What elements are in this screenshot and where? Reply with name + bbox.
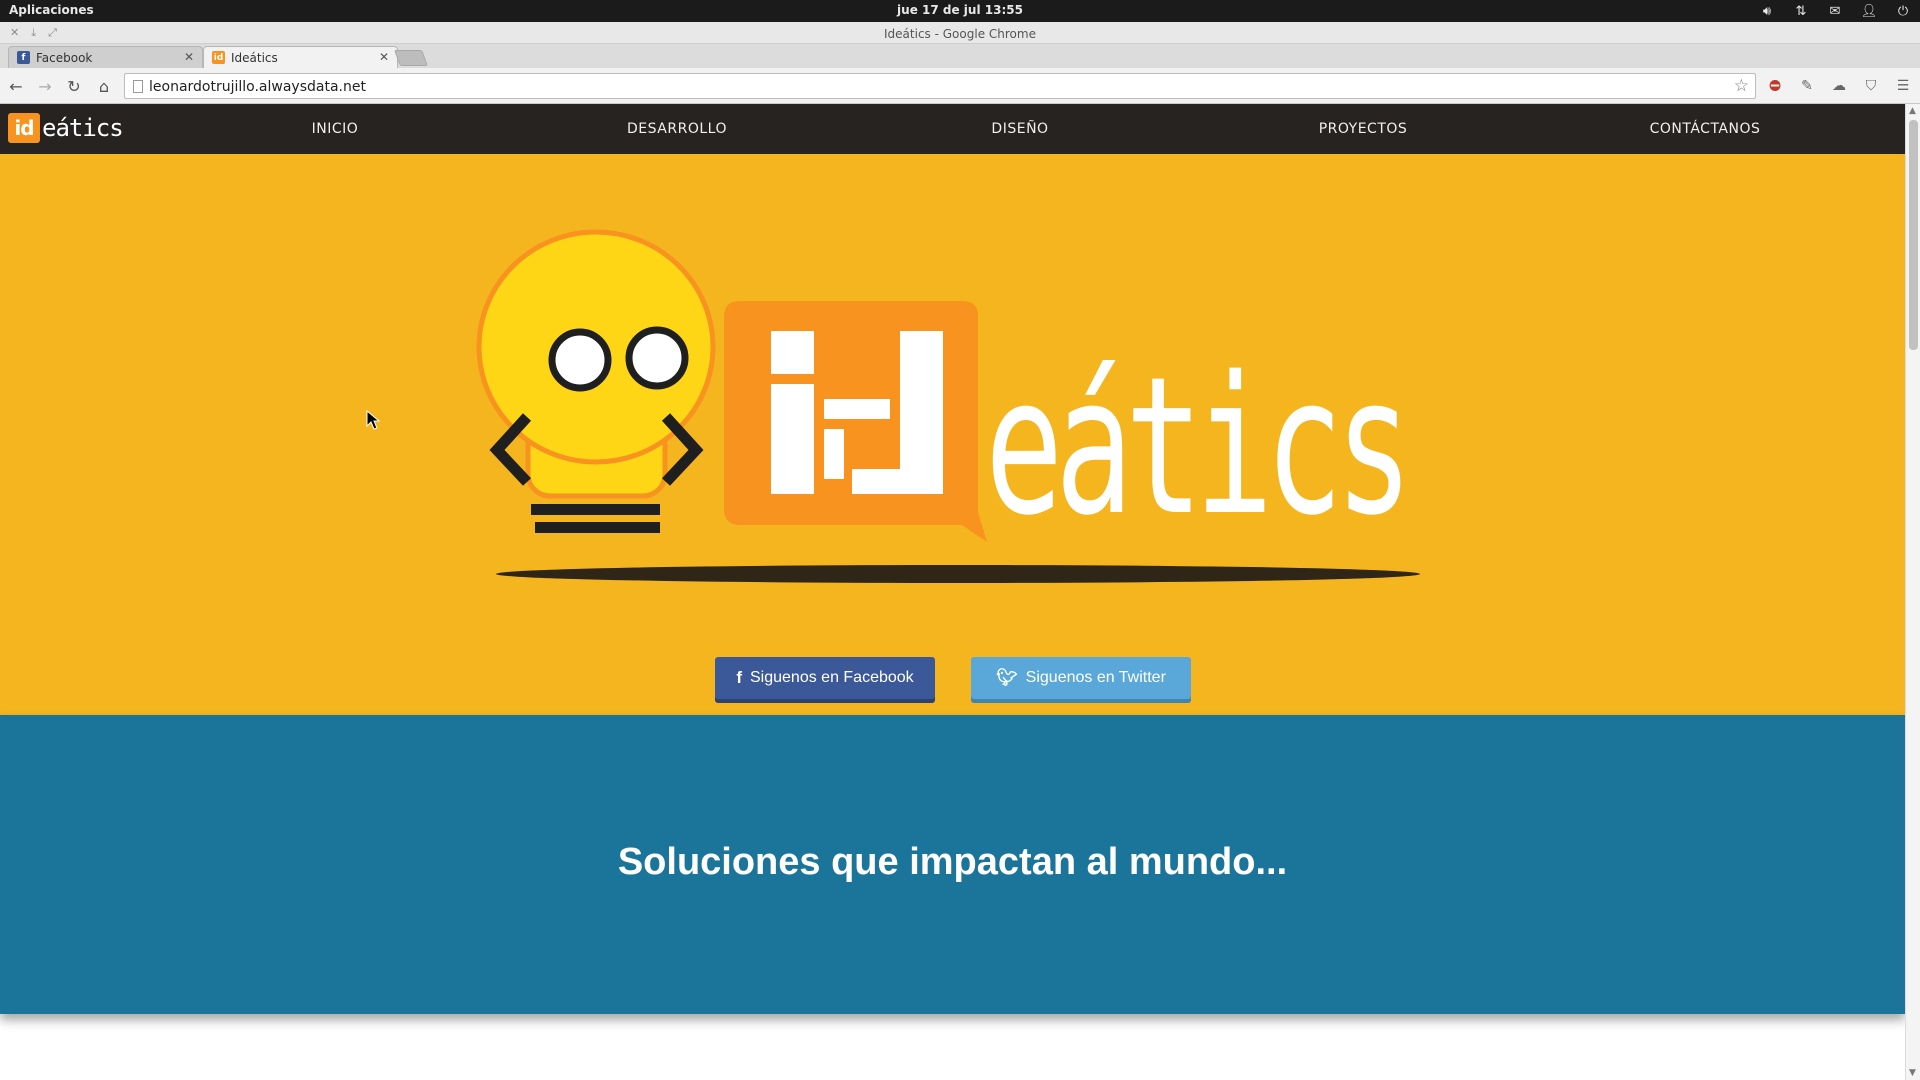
tab-facebook[interactable]: f Facebook ✕ bbox=[8, 46, 203, 68]
volume-icon[interactable]: 🔊︎ bbox=[1758, 2, 1776, 20]
user-icon[interactable]: 👤︎ bbox=[1860, 2, 1878, 20]
hero-wordmark: eátics bbox=[985, 336, 1405, 557]
logo-text: eátics bbox=[42, 114, 124, 142]
new-tab-button[interactable] bbox=[394, 50, 428, 66]
twitter-icon: 🐦︎ bbox=[996, 668, 1018, 687]
os-top-panel: Aplicaciones jue 17 de jul 13:55 🔊︎ ⇅ ✉ … bbox=[0, 0, 1920, 22]
id-speech-box bbox=[724, 301, 987, 542]
scroll-down-icon[interactable]: ▼ bbox=[1909, 1068, 1916, 1078]
window-title: Ideátics - Google Chrome bbox=[884, 27, 1036, 41]
mail-icon[interactable]: ✉ bbox=[1826, 2, 1844, 20]
hero-section: eátics f Siguenos en Facebook 🐦︎ Sigueno… bbox=[0, 154, 1905, 715]
window-titlebar: ✕ ⤓ ⤢ Ideátics - Google Chrome bbox=[0, 22, 1920, 44]
page-viewport: id eátics INICIO DESARROLLO DISEÑO PROYE… bbox=[0, 104, 1920, 1080]
eyedropper-icon[interactable]: ✎ bbox=[1798, 77, 1816, 95]
pocket-icon[interactable]: ⛉ bbox=[1862, 77, 1880, 95]
facebook-follow-button[interactable]: f Siguenos en Facebook bbox=[715, 657, 935, 699]
logo-shadow bbox=[496, 565, 1420, 583]
close-tab-icon[interactable]: ✕ bbox=[184, 50, 194, 64]
site-navbar: id eátics INICIO DESARROLLO DISEÑO PROYE… bbox=[0, 104, 1905, 154]
nav-contactanos[interactable]: CONTÁCTANOS bbox=[1650, 104, 1761, 154]
page-scrollbar[interactable]: ▲ ▼ bbox=[1905, 104, 1920, 1080]
logo-box: id bbox=[8, 113, 40, 143]
nav-diseno[interactable]: DISEÑO bbox=[991, 104, 1048, 154]
browser-toolbar: ← → ↻ ⌂ leonardotrujillo.alwaysdata.net … bbox=[0, 68, 1920, 104]
twitter-follow-button[interactable]: 🐦︎ Siguenos en Twitter bbox=[971, 657, 1191, 699]
facebook-icon: f bbox=[17, 51, 30, 64]
tab-label: Facebook bbox=[36, 50, 93, 65]
hero-logo-art: eátics bbox=[476, 229, 1420, 583]
address-bar[interactable]: leonardotrujillo.alwaysdata.net ☆ bbox=[124, 73, 1756, 99]
reload-icon[interactable]: ↻ bbox=[64, 76, 84, 96]
close-tab-icon[interactable]: ✕ bbox=[379, 50, 389, 64]
tab-ideatics[interactable]: id Ideátics ✕ bbox=[203, 46, 398, 68]
bookmark-star-icon[interactable]: ☆ bbox=[1734, 76, 1749, 96]
twitter-button-label: Siguenos en Twitter bbox=[1025, 669, 1166, 686]
tab-label: Ideátics bbox=[231, 50, 278, 65]
scrollbar-thumb[interactable] bbox=[1909, 120, 1918, 350]
cloud-icon[interactable]: ☁ bbox=[1830, 77, 1848, 95]
tagline-section: Soluciones que impactan al mundo... bbox=[0, 715, 1905, 1014]
system-tray: 🔊︎ ⇅ ✉ 👤︎ ⏻ bbox=[1758, 2, 1912, 20]
lightbulb-mascot bbox=[476, 229, 716, 533]
site-logo[interactable]: id eátics bbox=[8, 113, 124, 143]
power-icon[interactable]: ⏻ bbox=[1894, 2, 1912, 20]
tab-strip: f Facebook ✕ id Ideátics ✕ bbox=[0, 44, 1920, 68]
forward-icon[interactable]: → bbox=[35, 76, 55, 96]
url-text[interactable]: leonardotrujillo.alwaysdata.net bbox=[149, 79, 366, 95]
nav-inicio[interactable]: INICIO bbox=[312, 104, 359, 154]
nav-desarrollo[interactable]: DESARROLLO bbox=[627, 104, 727, 154]
page-icon bbox=[133, 80, 143, 93]
ideatics-icon: id bbox=[212, 51, 225, 64]
mouse-cursor-icon bbox=[366, 410, 380, 430]
nav-proyectos[interactable]: PROYECTOS bbox=[1319, 104, 1408, 154]
scroll-up-icon[interactable]: ▲ bbox=[1909, 106, 1916, 116]
facebook-icon: f bbox=[736, 668, 742, 687]
facebook-button-label: Siguenos en Facebook bbox=[750, 669, 914, 686]
home-icon[interactable]: ⌂ bbox=[94, 76, 114, 96]
adblock-icon[interactable]: ⛔︎ bbox=[1766, 77, 1784, 95]
menu-icon[interactable]: ☰ bbox=[1894, 77, 1912, 95]
back-icon[interactable]: ← bbox=[6, 76, 26, 96]
clock[interactable]: jue 17 de jul 13:55 bbox=[0, 3, 1920, 17]
tagline: Soluciones que impactan al mundo... bbox=[617, 841, 1288, 883]
network-icon[interactable]: ⇅ bbox=[1792, 2, 1810, 20]
